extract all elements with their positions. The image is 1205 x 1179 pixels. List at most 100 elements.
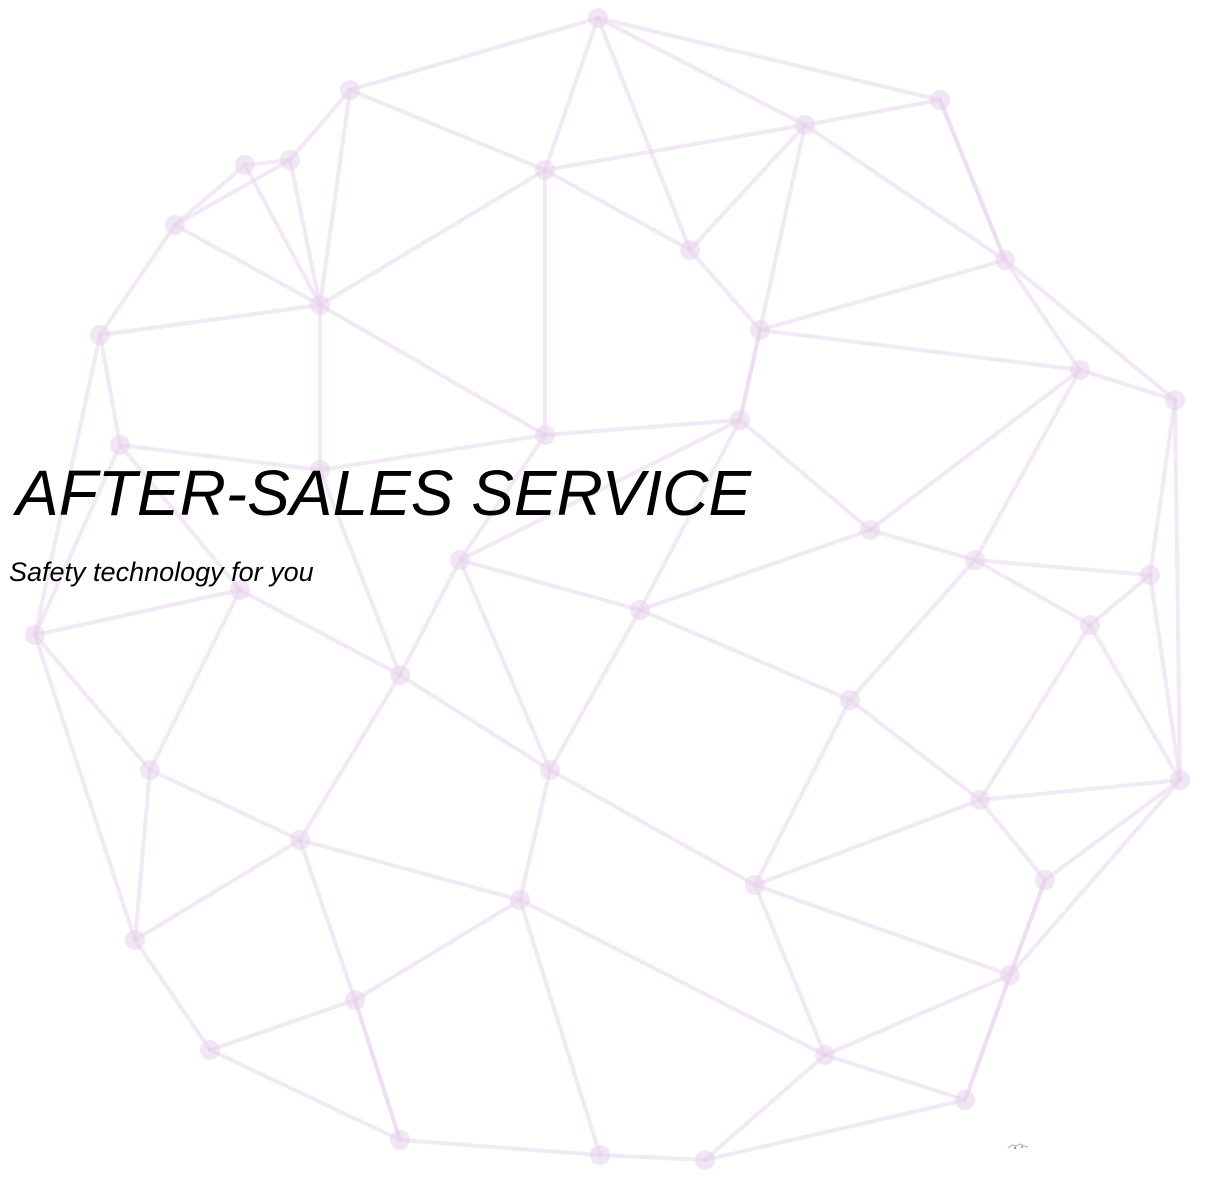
mesh-node: [1165, 390, 1185, 410]
mesh-edge: [298, 838, 357, 1002]
mesh-edge: [1043, 778, 1182, 882]
mesh-edge: [33, 588, 242, 637]
mesh-edge: [758, 123, 807, 332]
mesh-node: [540, 760, 560, 780]
mesh-node: [340, 80, 360, 100]
mesh-node: [235, 155, 255, 175]
mesh-edge: [398, 1138, 602, 1157]
mesh-node: [970, 790, 990, 810]
mesh-node: [840, 690, 860, 710]
page-title: AFTER-SALES SERVICE: [16, 457, 752, 529]
mesh-edge: [133, 938, 212, 1052]
mesh-edge: [173, 163, 247, 227]
mesh-node: [140, 760, 160, 780]
mesh-node: [1035, 870, 1055, 890]
mesh-edge: [458, 558, 552, 772]
mesh-node: [955, 1090, 975, 1110]
mesh-edge: [688, 248, 762, 332]
mesh-edge: [543, 168, 692, 252]
mesh-edge: [1078, 368, 1177, 402]
mesh-edge: [1148, 398, 1177, 577]
mesh-edge: [298, 838, 522, 902]
mesh-node: [965, 550, 985, 570]
mesh-node: [535, 425, 555, 445]
mesh-edge: [353, 898, 522, 1002]
mesh-edge: [978, 623, 1092, 802]
mesh-edge: [753, 883, 827, 1057]
mesh-edge: [543, 123, 807, 172]
mesh-node: [345, 990, 365, 1010]
mesh-node: [510, 890, 530, 910]
mesh-edge: [458, 558, 642, 612]
mesh-edge: [848, 698, 982, 802]
mesh-node: [680, 240, 700, 260]
mesh-edge: [98, 303, 322, 337]
mesh-edge: [703, 1098, 967, 1162]
mesh-edge: [98, 333, 122, 447]
mesh-node: [290, 830, 310, 850]
mesh-node: [1000, 965, 1020, 985]
mesh-edge: [596, 16, 807, 127]
mesh-edge: [596, 16, 692, 252]
mesh-edge: [543, 16, 600, 172]
mesh-edge: [758, 328, 1082, 372]
mesh-edge: [753, 883, 1012, 977]
mesh-edge: [298, 673, 402, 842]
mesh-node: [730, 410, 750, 430]
mesh-edge: [738, 328, 762, 422]
mesh-edge: [978, 778, 1182, 802]
mesh-edge: [548, 608, 642, 772]
mesh-node: [860, 520, 880, 540]
geodesic-sphere-watermark-icon: [25, 8, 1190, 1170]
mesh-node: [745, 875, 765, 895]
mesh-edge: [518, 768, 552, 902]
mesh-node: [590, 1145, 610, 1165]
mesh-node: [695, 1150, 715, 1170]
mesh-edge: [848, 558, 977, 702]
mesh-edge: [973, 368, 1082, 562]
mesh-node: [588, 8, 608, 28]
mesh-edge: [978, 798, 1047, 882]
mesh-edge: [1088, 623, 1182, 782]
mesh-node: [995, 250, 1015, 270]
mesh-node: [390, 1130, 410, 1150]
mesh-edge: [753, 698, 852, 887]
mesh-edge: [518, 898, 827, 1057]
mesh-edge: [148, 768, 302, 842]
mesh-node: [815, 1045, 835, 1065]
mesh-edge: [208, 998, 357, 1052]
corner-logo-icon: [1007, 1143, 1029, 1150]
mesh-node: [125, 930, 145, 950]
mesh-edge: [318, 303, 547, 437]
slide-page: AFTER-SALES SERVICE Safety technology fo…: [0, 0, 1205, 1179]
mesh-edge: [823, 1053, 967, 1102]
mesh-edge: [596, 16, 942, 102]
mesh-edge: [318, 168, 547, 307]
mesh-edge: [868, 528, 977, 562]
mesh-node: [630, 600, 650, 620]
mesh-edge: [398, 558, 462, 677]
mesh-edge: [753, 798, 982, 887]
mesh-edge: [1088, 573, 1152, 627]
mesh-node: [795, 115, 815, 135]
mesh-node: [110, 435, 130, 455]
mesh-edge: [148, 588, 242, 772]
mesh-edge: [1003, 258, 1177, 402]
mesh-node: [1080, 615, 1100, 635]
mesh-edge: [518, 898, 602, 1157]
mesh-node: [1170, 770, 1190, 790]
mesh-edge: [208, 1048, 402, 1142]
mesh-edge: [33, 633, 137, 942]
mesh-edge: [348, 88, 547, 172]
mesh-node: [280, 150, 300, 170]
mesh-edge: [238, 588, 402, 677]
mesh-node: [25, 625, 45, 645]
mesh-edge: [98, 223, 177, 337]
mesh-edge: [133, 838, 302, 942]
mesh-node: [930, 90, 950, 110]
mesh-edge: [803, 123, 1007, 262]
mesh-node: [1070, 360, 1090, 380]
mesh-edge: [803, 98, 942, 127]
page-subtitle: Safety technology for you: [9, 557, 314, 587]
mesh-edge: [348, 16, 600, 92]
